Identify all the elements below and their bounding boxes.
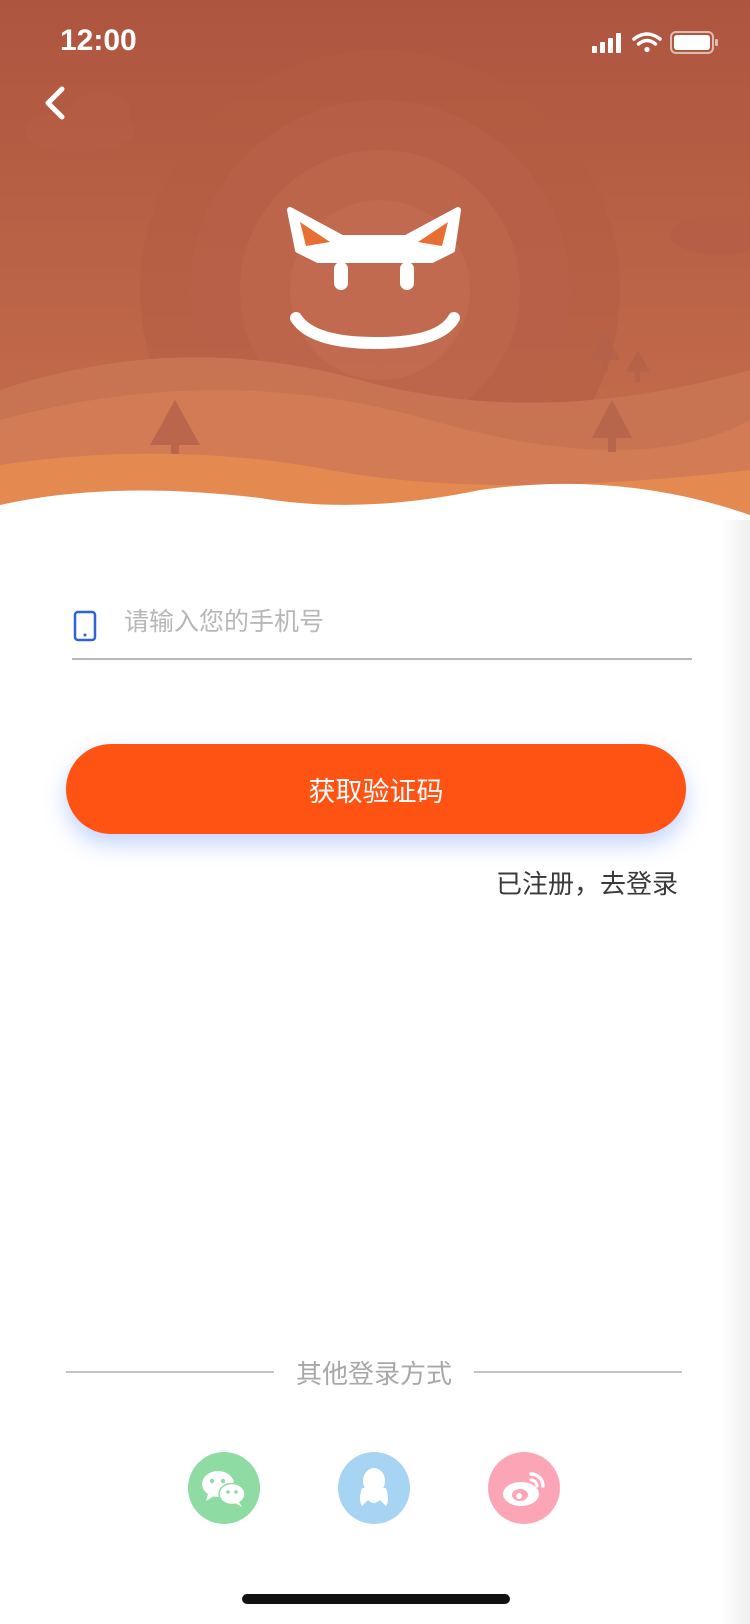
phone-input[interactable]	[122, 600, 686, 642]
wechat-icon	[202, 1471, 246, 1507]
wifi-icon	[632, 32, 662, 53]
go-login-link[interactable]: 已注册，去登录	[496, 864, 678, 901]
mobile-phone-icon	[73, 610, 97, 642]
status-icons	[590, 30, 720, 60]
back-button[interactable]	[30, 78, 80, 128]
chevron-left-icon	[45, 86, 65, 120]
status-bar: 12:00	[0, 0, 750, 88]
phone-field	[72, 592, 692, 660]
edge-shade	[720, 520, 750, 1624]
cellular-signal-icon	[592, 33, 621, 53]
qq-icon	[360, 1468, 388, 1506]
battery-icon	[670, 31, 718, 54]
divider-line-right	[474, 1371, 682, 1373]
get-code-button[interactable]: 获取验证码	[66, 744, 686, 834]
home-indicator[interactable]	[242, 1594, 510, 1604]
weibo-login-button[interactable]	[488, 1452, 560, 1524]
other-login-divider: 其他登录方式	[66, 1352, 682, 1392]
qq-login-button[interactable]	[338, 1452, 410, 1524]
app-logo	[282, 200, 470, 364]
status-time: 12:00	[60, 24, 137, 57]
wechat-login-button[interactable]	[188, 1452, 260, 1524]
weibo-icon	[503, 1472, 545, 1506]
header-banner: 12:00	[0, 0, 750, 530]
